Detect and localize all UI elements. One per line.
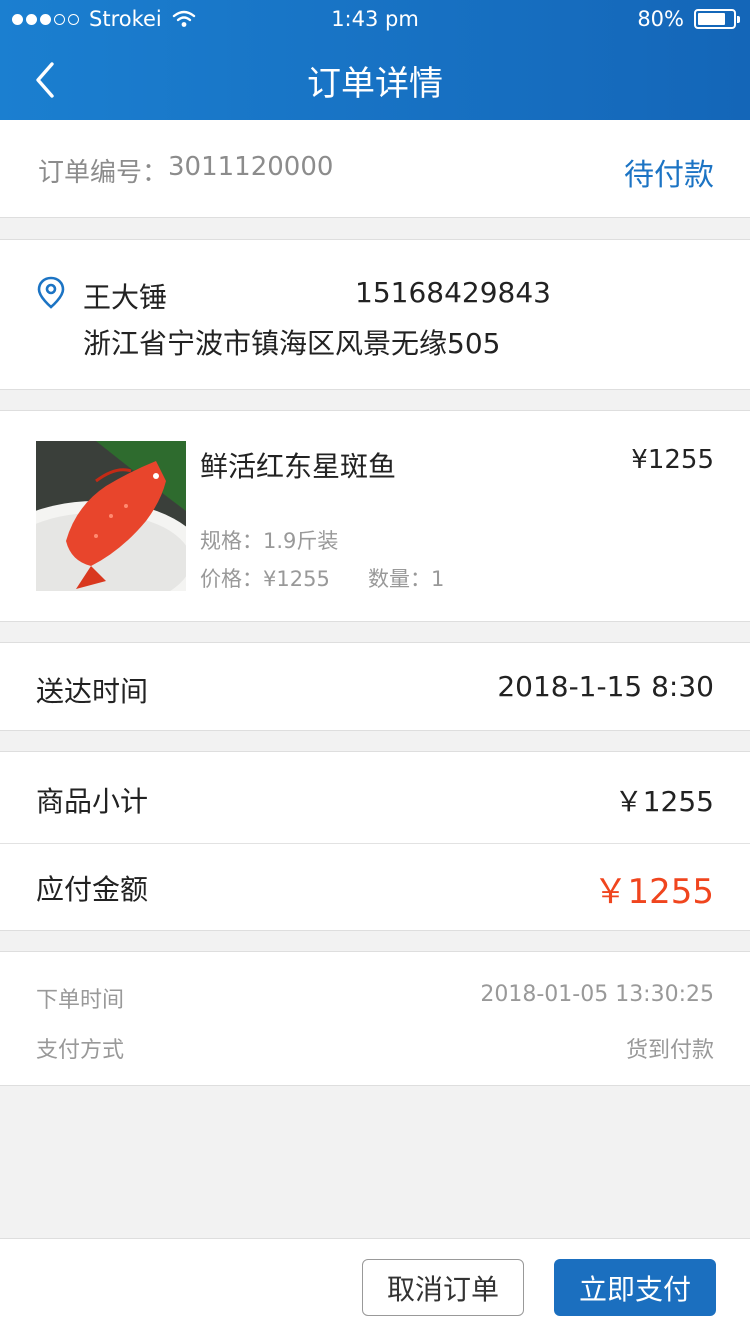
subtotal-label: 商品小计 [36, 785, 149, 818]
totals-card: 商品小计 ￥1255 应付金额 ￥1255 [0, 751, 750, 931]
payment-method-value: 货到付款 [625, 1038, 714, 1063]
product-name: 鲜活红东星斑鱼 [200, 450, 397, 483]
product-image [36, 441, 186, 591]
pay-now-button[interactable]: 立即支付 [554, 1259, 716, 1316]
payable-amount: ￥1255 [593, 872, 714, 912]
divider [0, 843, 750, 844]
product-quantity: 数量：1 [368, 567, 445, 591]
recipient-phone: 15168429843 [355, 276, 551, 309]
order-time-value: 2018-01-05 13:30:25 [480, 982, 714, 1007]
order-time-label: 下单时间 [36, 988, 125, 1013]
top-bar: Strokei 1:43 pm 80% 订单详情 [0, 0, 750, 120]
delivery-time-label: 送达时间 [36, 675, 149, 708]
delivery-time-row: 送达时间 2018-1-15 8:30 [0, 642, 750, 731]
battery-icon [694, 9, 740, 29]
subtotal-value: ￥1255 [614, 785, 714, 818]
order-number-row: 订单编号： 3011120000 待付款 [0, 120, 750, 218]
payable-label: 应付金额 [36, 873, 149, 906]
battery-percent: 80% [637, 7, 684, 31]
order-number-label: 订单编号： [38, 158, 169, 188]
recipient-address: 浙江省宁波市镇海区风景无缘505 [83, 327, 501, 360]
product-price: ¥1255 [631, 445, 714, 475]
order-status-badge: 待付款 [624, 158, 714, 193]
order-number: 订单编号： 3011120000 [38, 152, 333, 189]
delivery-time-value: 2018-1-15 8:30 [497, 670, 714, 703]
product-spec: 规格：1.9斤装 [200, 529, 339, 553]
product-unit-price: 价格：¥1255 [200, 567, 330, 591]
product-item[interactable]: 鲜活红东星斑鱼 ¥1255 规格：1.9斤装 价格：¥1255 数量：1 [0, 410, 750, 622]
cancel-order-button[interactable]: 取消订单 [362, 1259, 524, 1316]
recipient-name: 王大锤 [83, 281, 168, 314]
status-bar: Strokei 1:43 pm 80% [0, 0, 750, 40]
location-pin-icon [37, 276, 65, 309]
address-card[interactable]: 王大锤 15168429843 浙江省宁波市镇海区风景无缘505 [0, 239, 750, 390]
order-meta-card: 下单时间 2018-01-05 13:30:25 支付方式 货到付款 [0, 951, 750, 1086]
order-number-value: 3011120000 [168, 152, 334, 182]
action-bar: 取消订单 立即支付 [0, 1238, 750, 1334]
page-title: 订单详情 [307, 64, 443, 104]
payment-method-label: 支付方式 [36, 1038, 125, 1063]
